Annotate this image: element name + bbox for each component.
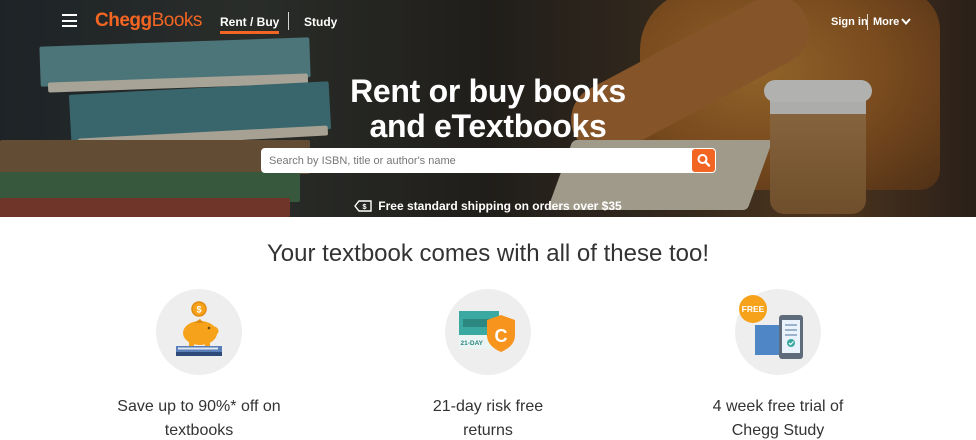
benefit-returns: 21-DAY C 21-day risk free returns xyxy=(368,289,608,440)
returns-badge-text: 21-DAY xyxy=(461,340,484,347)
free-trial-icon: FREE xyxy=(739,295,803,359)
benefit-savings: $ Save up to 90%* off on textbooks xyxy=(79,289,319,440)
hero-title-line1: Rent or buy books xyxy=(350,73,626,109)
nav-divider xyxy=(288,12,289,30)
hero-title-line2: and eTextbooks xyxy=(369,108,607,144)
sign-in-link[interactable]: Sign in xyxy=(831,16,868,28)
search-button[interactable] xyxy=(692,149,715,172)
svg-text:$: $ xyxy=(196,305,201,315)
hamburger-icon[interactable] xyxy=(62,14,77,27)
logo-books-text: Books xyxy=(151,10,203,31)
top-nav: CheggBooks Rent / Buy Study Sign in More xyxy=(0,0,976,44)
icon-circle: 21-DAY C xyxy=(445,289,531,375)
svg-text:C: C xyxy=(495,326,508,346)
search-icon xyxy=(697,154,711,167)
benefit-text-line: textbooks xyxy=(164,422,234,439)
benefits-title: Your textbook comes with all of these to… xyxy=(266,240,710,267)
benefit-free-trial: FREE 4 week free trial of Chegg Study xyxy=(658,289,898,440)
search-box xyxy=(261,148,716,173)
icon-circle: $ xyxy=(156,289,242,375)
piggy-bank-icon: $ xyxy=(176,301,222,356)
hero-title: Rent or buy books and eTextbooks xyxy=(0,74,976,144)
more-menu-button[interactable]: More xyxy=(873,16,899,28)
svg-text:$: $ xyxy=(363,202,368,211)
nav-study-link[interactable]: Study xyxy=(304,15,337,29)
chegg-books-logo[interactable]: CheggBooks xyxy=(95,10,202,32)
nav-divider xyxy=(867,14,868,30)
benefit-text-line: Chegg Study xyxy=(731,422,825,439)
benefit-text-line: 21-day risk free xyxy=(432,398,544,415)
chevron-down-icon[interactable] xyxy=(901,17,911,26)
benefit-free-trial-text: 4 week free trial of Chegg Study xyxy=(658,395,898,440)
logo-chegg-text: Chegg xyxy=(95,10,152,31)
search-input[interactable] xyxy=(269,148,689,173)
shipping-banner: $ Free standard shipping on orders over … xyxy=(0,199,976,213)
benefit-savings-text: Save up to 90%* off on textbooks xyxy=(79,395,319,440)
benefit-text-line: returns xyxy=(463,422,513,439)
shipping-tag-icon: $ xyxy=(354,200,372,212)
benefit-returns-text: 21-day risk free returns xyxy=(368,395,608,440)
icon-circle: FREE xyxy=(735,289,821,375)
benefit-text-line: 4 week free trial of xyxy=(712,398,844,415)
benefit-text-line: Save up to 90%* off on xyxy=(117,398,281,415)
return-calendar-icon: 21-DAY C xyxy=(459,311,515,352)
free-badge-text: FREE xyxy=(742,304,765,314)
nav-rent-buy-link[interactable]: Rent / Buy xyxy=(220,15,280,34)
shipping-text: Free standard shipping on orders over $3… xyxy=(378,199,622,213)
